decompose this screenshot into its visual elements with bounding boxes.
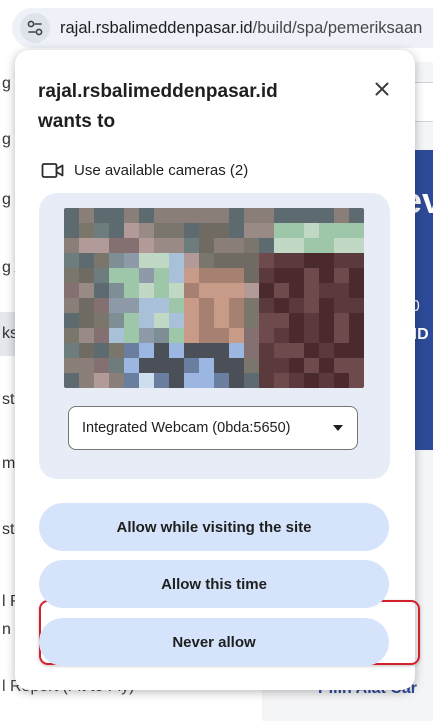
camera-select[interactable]: Integrated Webcam (0bda:5650) bbox=[68, 406, 358, 450]
dialog-wants-to: wants to bbox=[38, 111, 116, 132]
camera-preview-panel: Integrated Webcam (0bda:5650) bbox=[39, 193, 390, 479]
allow-this-time-button[interactable]: Allow this time bbox=[39, 560, 389, 608]
url-path: /build/spa/pemeriksaan bbox=[252, 19, 423, 37]
permission-label: Use available cameras (2) bbox=[74, 162, 249, 179]
close-button[interactable] bbox=[367, 74, 397, 104]
camera-permission-dialog: rajal.rsbalimeddenpasar.id wants to Use … bbox=[15, 50, 420, 690]
site-settings-button[interactable] bbox=[20, 13, 50, 43]
videocam-icon bbox=[41, 163, 64, 178]
url-text[interactable]: rajal.rsbalimeddenpasar.id/build/spa/pem… bbox=[60, 19, 422, 38]
allow-while-visiting-button[interactable]: Allow while visiting the site bbox=[39, 503, 389, 551]
never-allow-button[interactable]: Never allow bbox=[39, 618, 389, 666]
url-host: rajal.rsbalimeddenpasar.id bbox=[60, 19, 253, 37]
dialog-origin: rajal.rsbalimeddenpasar.id bbox=[38, 81, 278, 102]
address-bar[interactable]: rajal.rsbalimeddenpasar.id/build/spa/pem… bbox=[12, 8, 433, 48]
close-icon bbox=[375, 82, 389, 96]
camera-select-value: Integrated Webcam (0bda:5650) bbox=[82, 420, 291, 436]
arrow-drop-down-icon bbox=[333, 425, 343, 431]
camera-preview-image bbox=[64, 208, 364, 388]
tune-icon bbox=[27, 20, 43, 36]
